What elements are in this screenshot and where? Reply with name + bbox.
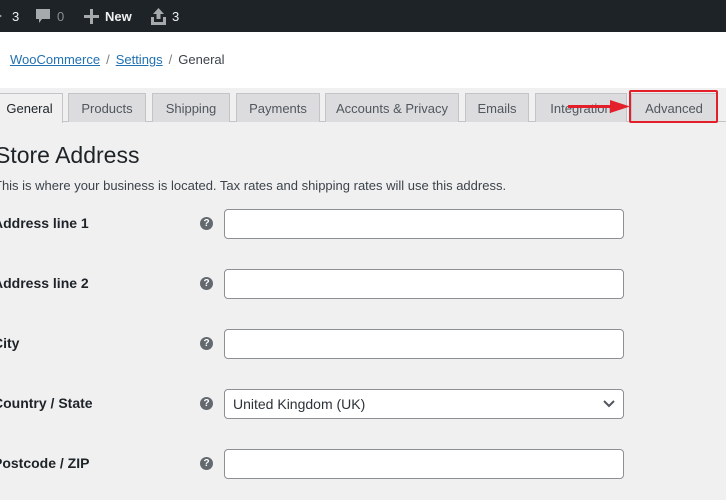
chevron-down-icon <box>603 400 615 408</box>
advanced-tab-highlight <box>629 90 718 123</box>
country-state-value: United Kingdom (UK) <box>233 396 366 412</box>
new-label: New <box>105 8 132 24</box>
tab-payments[interactable]: Payments <box>236 93 320 122</box>
page-header: WooCommerce / Settings / General <box>0 32 726 88</box>
address-line-2-label: Address line 2 <box>0 275 89 291</box>
postcode-input[interactable] <box>224 449 624 479</box>
updates-count: 3 <box>12 8 20 24</box>
address-line-1-input[interactable] <box>224 209 624 239</box>
address-line-2-input[interactable] <box>224 269 624 299</box>
plus-icon <box>84 8 99 24</box>
help-icon[interactable]: ? <box>200 457 213 470</box>
city-input[interactable] <box>224 329 624 359</box>
upload-icon <box>151 7 166 25</box>
breadcrumb: WooCommerce / Settings / General <box>10 52 225 67</box>
help-icon[interactable]: ? <box>200 217 213 230</box>
updates-icon <box>0 14 2 18</box>
tab-accounts-privacy[interactable]: Accounts & Privacy <box>325 93 459 122</box>
comments-count: 0 <box>57 8 65 24</box>
breadcrumb-current: General <box>178 52 225 67</box>
comment-icon <box>36 9 50 23</box>
admin-bar: 3 0 New 3 <box>0 0 726 32</box>
tab-general[interactable]: General <box>0 93 63 123</box>
annotation-arrow-icon <box>568 100 630 113</box>
help-icon[interactable]: ? <box>200 397 213 410</box>
country-state-label: Country / State <box>0 395 93 411</box>
postcode-label: Postcode / ZIP <box>0 455 90 471</box>
breadcrumb-settings[interactable]: Settings <box>116 52 163 67</box>
help-icon[interactable]: ? <box>200 277 213 290</box>
section-description: This is where your business is located. … <box>0 178 507 193</box>
comments-item[interactable]: 0 <box>35 0 64 32</box>
tab-emails[interactable]: Emails <box>465 93 529 122</box>
breadcrumb-woocommerce[interactable]: WooCommerce <box>10 52 100 67</box>
country-state-select[interactable]: United Kingdom (UK) <box>224 389 624 419</box>
help-icon[interactable]: ? <box>200 337 213 350</box>
upload-count: 3 <box>172 8 180 24</box>
upload-item[interactable]: 3 <box>151 0 179 32</box>
breadcrumb-separator: / <box>168 52 173 67</box>
section-title: Store Address <box>0 142 140 168</box>
city-label: City <box>0 335 20 351</box>
tab-shipping[interactable]: Shipping <box>152 93 230 122</box>
address-line-1-label: Address line 1 <box>0 215 89 231</box>
breadcrumb-separator: / <box>106 52 110 67</box>
updates-item[interactable]: 3 <box>0 0 19 32</box>
new-content-item[interactable]: New <box>84 0 132 32</box>
tab-products[interactable]: Products <box>68 93 146 122</box>
